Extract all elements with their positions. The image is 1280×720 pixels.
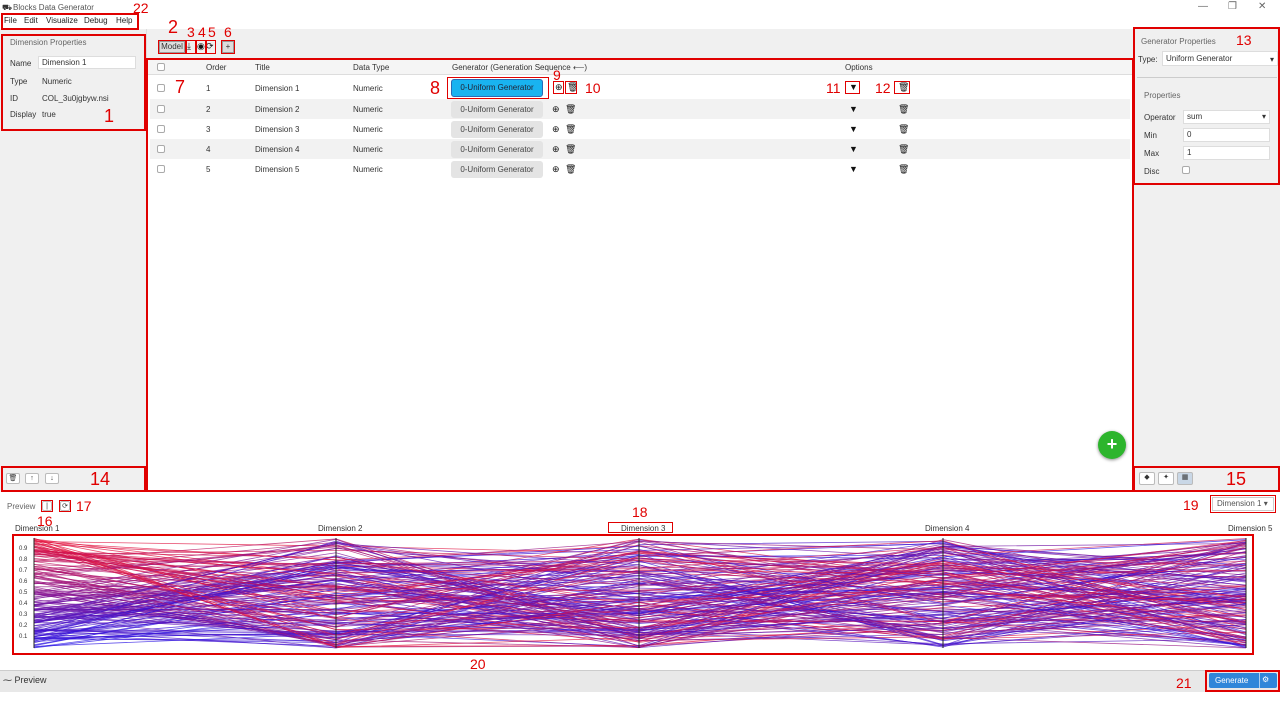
annotation-number: 4 [198,24,206,40]
annotation-number: 3 [187,24,195,40]
annotation-box [1,466,146,492]
annotation-box [1133,466,1280,492]
annotation-number: 15 [1226,469,1247,489]
window-title: Blocks Data Generator [13,3,94,12]
preview-tab[interactable]: ⁓ Preview [3,675,47,686]
annotation-box [41,500,53,512]
annotation-number: 7 [175,77,186,97]
app-icon: ⛟ [2,3,13,12]
annotation-number: 8 [430,78,441,98]
annotation-box [196,40,206,54]
annotation-number: 19 [1183,497,1199,513]
annotation-box [1,34,146,131]
annotation-number: 12 [875,80,891,96]
annotation-number: 21 [1176,675,1192,691]
annotation-box [158,40,186,54]
annotation-number: 11 [826,80,841,96]
preview-tab-label: Preview [14,675,47,685]
annotation-box [1210,495,1276,513]
annotation-number: 20 [470,656,486,672]
toolbar [147,29,1133,59]
annotation-number: 16 [37,513,53,529]
annotation-box [608,522,673,533]
annotation-box [146,58,1134,492]
annotation-number: 13 [1236,32,1252,48]
maximize-button[interactable]: ❐ [1228,1,1237,12]
annotation-box [845,81,860,94]
annotation-box [59,500,71,512]
axis-label: Dimension 4 [925,524,970,533]
annotation-box [894,81,910,94]
close-button[interactable]: ✕ [1258,1,1266,12]
annotation-box [1205,670,1280,692]
chart-line-icon: ⁓ [3,675,15,685]
title-bar: ⛟ Blocks Data Generator — ❐ ✕ [0,0,1280,15]
annotation-number: 10 [585,80,601,96]
minimize-button[interactable]: — [1198,1,1208,12]
preview-label: Preview [7,502,36,511]
annotation-box [221,40,235,54]
annotation-box [186,40,196,54]
annotation-box [1133,27,1280,185]
annotation-number: 5 [208,24,216,40]
annotation-number: 18 [632,504,648,520]
annotation-number: 9 [553,67,561,83]
annotation-number: 2 [168,17,179,37]
annotation-number: 22 [133,0,149,16]
annotation-number: 6 [224,24,232,40]
axis-label: Dimension 2 [318,524,363,533]
annotation-number: 17 [76,498,92,514]
status-bar [0,670,1280,692]
annotation-box [206,40,216,54]
annotation-number: 14 [90,469,111,489]
annotation-box [1,13,139,30]
annotation-box [447,77,549,99]
annotation-box [565,81,577,94]
annotation-box [12,534,1254,655]
annotation-number: 1 [104,106,115,126]
axis-label: Dimension 5 [1228,524,1273,533]
